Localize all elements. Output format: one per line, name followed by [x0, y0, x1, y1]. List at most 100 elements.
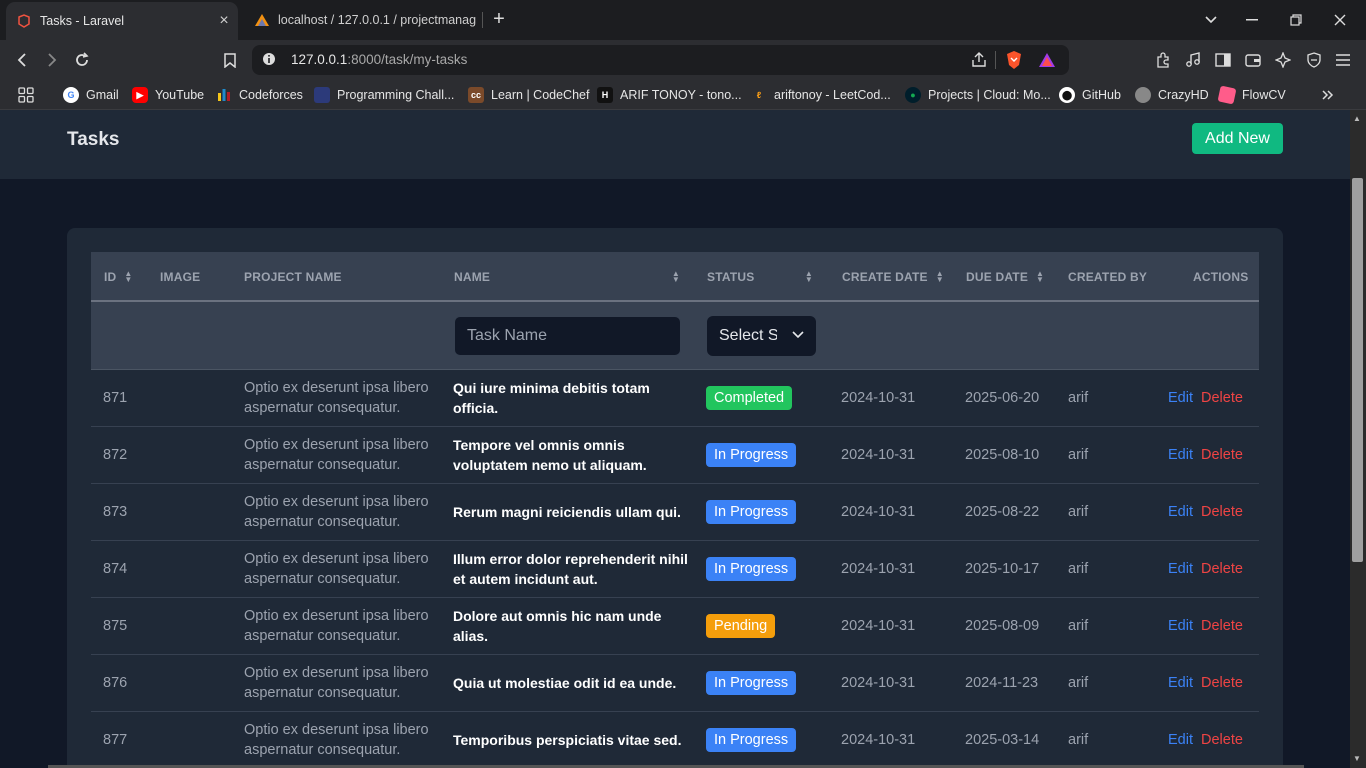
scroll-down-icon[interactable]: ▼: [1353, 754, 1361, 763]
delete-link[interactable]: Delete: [1201, 618, 1243, 634]
media-icon[interactable]: [1181, 48, 1205, 72]
scroll-up-icon[interactable]: ▲: [1353, 114, 1361, 123]
create-date: 2024-10-31: [841, 447, 916, 463]
column-created-by: CREATED BY: [1068, 270, 1148, 284]
bookmark-crazyhd[interactable]: CrazyHD: [1135, 86, 1209, 104]
edit-link[interactable]: Edit: [1168, 504, 1193, 520]
bookmark-flowcv[interactable]: FlowCV: [1217, 85, 1286, 105]
task-name[interactable]: Illum error dolor reprehenderit nihil et…: [453, 541, 693, 597]
wallet-icon[interactable]: [1241, 48, 1265, 72]
codechef-icon: cc: [468, 87, 484, 103]
brave-rewards-icon[interactable]: [1038, 51, 1056, 74]
forward-icon[interactable]: [40, 48, 64, 72]
project-name: Optio ex deserunt ipsa libero aspernatur…: [244, 494, 429, 530]
bookmark-leetcode[interactable]: ℓ ariftonoy - LeetCod...: [751, 86, 891, 104]
bookmark-youtube[interactable]: ▶ YouTube: [132, 86, 204, 104]
bookmarks-bar: G Gmail ▶ YouTube Codeforces Programming C…: [0, 80, 1366, 110]
edit-link[interactable]: Edit: [1168, 675, 1193, 691]
bookmark-hackerrank[interactable]: H ARIF TONOY - tono...: [597, 86, 742, 104]
site-info-icon[interactable]: [262, 52, 276, 71]
status-cell: Completed: [706, 370, 793, 426]
edit-link[interactable]: Edit: [1168, 447, 1193, 463]
created-by: arif: [1068, 732, 1089, 748]
due-date: 2025-08-22: [965, 504, 1040, 520]
status-cell: In Progress: [706, 541, 797, 597]
sort-icon[interactable]: ▲ ▼: [124, 270, 132, 284]
bookmark-github[interactable]: ⬤ GitHub: [1059, 86, 1121, 104]
tab-search-chevron-icon[interactable]: [1189, 0, 1233, 40]
column-due-date[interactable]: DUE DATE ▲ ▼: [966, 252, 1044, 302]
task-name[interactable]: Rerum magni reiciendis ullam qui.: [453, 484, 693, 540]
table-row: 872 Optio ex deserunt ipsa libero asperna…: [91, 427, 1259, 484]
edit-link[interactable]: Edit: [1168, 618, 1193, 634]
vpn-icon[interactable]: [1302, 48, 1326, 72]
sort-icon[interactable]: ▲ ▼: [805, 270, 813, 284]
minimize-icon[interactable]: [1230, 0, 1274, 40]
extensions-icon[interactable]: [1151, 48, 1175, 72]
status-badge: Completed: [706, 386, 793, 410]
actions-cell: Edit Delete: [1168, 712, 1243, 768]
table-row: 877 Optio ex deserunt ipsa libero asperna…: [91, 712, 1259, 768]
delete-link[interactable]: Delete: [1201, 732, 1243, 748]
status-badge: In Progress: [706, 500, 797, 524]
project-name: Optio ex deserunt ipsa libero aspernatur…: [244, 665, 429, 701]
status-cell: In Progress: [706, 655, 797, 711]
codeforces-icon: [216, 87, 232, 103]
bookmark-codechef[interactable]: cc Learn | CodeChef: [468, 86, 589, 104]
close-tab-icon[interactable]: ×: [216, 12, 232, 29]
reload-icon[interactable]: [70, 48, 94, 72]
task-id: 875: [103, 618, 128, 634]
scrollbar-thumb[interactable]: [1352, 178, 1363, 562]
column-id[interactable]: ID ▲ ▼: [104, 252, 133, 302]
delete-link[interactable]: Delete: [1201, 675, 1243, 691]
bookmark-mongodb[interactable]: ● Projects | Cloud: Mo...: [905, 86, 1051, 104]
leo-ai-icon[interactable]: [1271, 48, 1295, 72]
tab-phpmyadmin[interactable]: localhost / 127.0.0.1 / projectmanag: [244, 0, 480, 40]
delete-link[interactable]: Delete: [1201, 447, 1243, 463]
task-name[interactable]: Qui iure minima debitis totam officia.: [453, 370, 693, 426]
bookmark-page-icon[interactable]: [218, 48, 242, 72]
task-name[interactable]: Temporibus perspiciatis vitae sed.: [453, 712, 693, 768]
tab-tasks-laravel[interactable]: Tasks - Laravel ×: [6, 2, 238, 40]
column-status[interactable]: STATUS ▲ ▼: [707, 252, 813, 302]
sidebar-icon[interactable]: [1211, 48, 1235, 72]
column-create-date[interactable]: CREATE DATE ▲ ▼: [842, 252, 944, 302]
new-tab-button[interactable]: +: [488, 8, 510, 30]
delete-link[interactable]: Delete: [1201, 561, 1243, 577]
bookmark-programming-challenges[interactable]: Programming Chall...: [314, 86, 454, 104]
bookmark-codeforces[interactable]: Codeforces: [216, 86, 303, 104]
status-filter-select[interactable]: Select Status: [707, 316, 816, 356]
sort-icon[interactable]: ▲ ▼: [672, 270, 680, 284]
edit-link[interactable]: Edit: [1168, 390, 1193, 406]
column-name[interactable]: NAME ▲ ▼: [454, 252, 680, 302]
create-date: 2024-10-31: [841, 561, 916, 577]
created-by: arif: [1068, 561, 1089, 577]
menu-icon[interactable]: [1331, 48, 1355, 72]
project-name: Optio ex deserunt ipsa libero aspernatur…: [244, 551, 429, 587]
due-date: 2025-08-10: [965, 447, 1040, 463]
address-bar[interactable]: 127.0.0.1:8000/task/my-tasks: [252, 45, 1069, 75]
hackerrank-icon: H: [597, 87, 613, 103]
share-icon[interactable]: [970, 51, 988, 74]
sort-icon[interactable]: ▲ ▼: [936, 270, 944, 284]
delete-link[interactable]: Delete: [1201, 504, 1243, 520]
edit-link[interactable]: Edit: [1168, 561, 1193, 577]
browser-tab-bar: Tasks - Laravel × localhost / 127.0.0.1 …: [0, 0, 1366, 40]
more-bookmarks-icon[interactable]: [1322, 86, 1334, 104]
brave-shields-icon[interactable]: [1005, 50, 1023, 75]
edit-link[interactable]: Edit: [1168, 732, 1193, 748]
apps-icon[interactable]: [18, 86, 34, 104]
sort-icon[interactable]: ▲ ▼: [1036, 270, 1044, 284]
bookmark-gmail[interactable]: G Gmail: [63, 86, 119, 104]
table-viewport: ID ▲ ▼ IMAGE PROJECT NAME NAME ▲ ▼ STATUS ▲ ▼ …: [0, 110, 1350, 768]
task-name[interactable]: Dolore aut omnis hic nam unde alias.: [453, 598, 693, 654]
task-name[interactable]: Quia ut molestiae odit id ea unde.: [453, 655, 693, 711]
filter-row: Task Name Select Status: [91, 302, 1259, 370]
back-icon[interactable]: [10, 48, 34, 72]
task-name-filter-input[interactable]: Task Name: [454, 316, 681, 356]
restore-icon[interactable]: [1274, 0, 1318, 40]
project-name: Optio ex deserunt ipsa libero aspernatur…: [244, 722, 429, 758]
close-window-icon[interactable]: [1318, 0, 1362, 40]
delete-link[interactable]: Delete: [1201, 390, 1243, 406]
task-name[interactable]: Tempore vel omnis omnis voluptatem nemo …: [453, 427, 693, 483]
